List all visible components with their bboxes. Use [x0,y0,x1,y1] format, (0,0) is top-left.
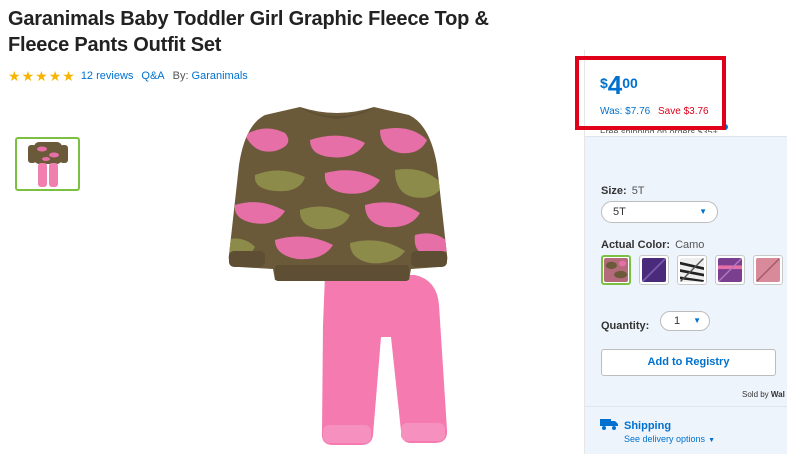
rating-stars[interactable]: ★ ★ ★ ★ ★ [8,69,76,83]
color-label-row: Actual Color: Camo [601,235,704,253]
add-to-registry-button[interactable]: Add to Registry [601,349,776,376]
camo-swatch-icon [604,258,628,282]
quantity-value: 1 [674,315,681,327]
truck-icon [600,419,618,430]
quantity-label-row: Quantity: [601,316,649,334]
swatch-purple[interactable] [639,255,669,285]
seller-name[interactable]: Wal [771,390,785,399]
shipping-title: Shipping [624,420,672,432]
quantity-dropdown[interactable]: 1 ▼ [660,311,710,331]
product-thumbnail[interactable] [15,137,80,191]
section-divider [584,406,787,407]
price-highlight-annotation [575,56,726,130]
purple-stripe-swatch-icon [717,257,743,283]
chevron-down-icon: ▼ [699,207,707,216]
swatch-camo[interactable] [601,255,631,285]
chevron-down-icon: ▼ [708,437,715,444]
sold-by: Sold by Wal [742,390,785,399]
star-icon: ★ [48,68,62,84]
chevron-down-icon: ▼ [693,316,701,325]
zebra-swatch-icon [679,257,705,283]
product-title: Garanimals Baby Toddler Girl Graphic Fle… [8,8,489,56]
size-label: Size: [601,185,627,197]
quantity-label: Quantity: [601,320,650,332]
size-label-row: Size: 5T [601,181,645,199]
purple-swatch-icon [641,257,667,283]
star-icon: ★ [62,68,75,84]
star-icon: ★ [21,68,35,84]
color-value: Camo [675,239,705,251]
delivery-options-label: See delivery options [624,434,706,444]
swatch-pink[interactable] [753,255,783,285]
star-icon: ★ [35,68,48,84]
size-dropdown-value: 5T [613,206,626,218]
size-value: 5T [631,185,645,197]
product-image [228,107,448,445]
color-label: Actual Color: [601,239,671,251]
star-icon: ★ [8,68,21,84]
sold-by-prefix: Sold by [742,390,769,399]
delivery-options-link[interactable]: See delivery options ▼ [624,434,715,444]
pink-swatch-icon [755,257,781,283]
swatch-purple-stripe[interactable] [715,255,745,285]
by-label: By: [172,70,189,82]
rating-row: ★ ★ ★ ★ ★ 12 reviews Q&A By: Garanimals [8,68,248,84]
size-dropdown[interactable]: 5T ▼ [601,201,718,223]
swatch-zebra[interactable] [677,255,707,285]
brand-link[interactable]: Garanimals [192,70,248,82]
reviews-link[interactable]: 12 reviews [81,70,134,82]
qa-link[interactable]: Q&A [141,70,164,82]
thumbnail-image [27,142,68,187]
